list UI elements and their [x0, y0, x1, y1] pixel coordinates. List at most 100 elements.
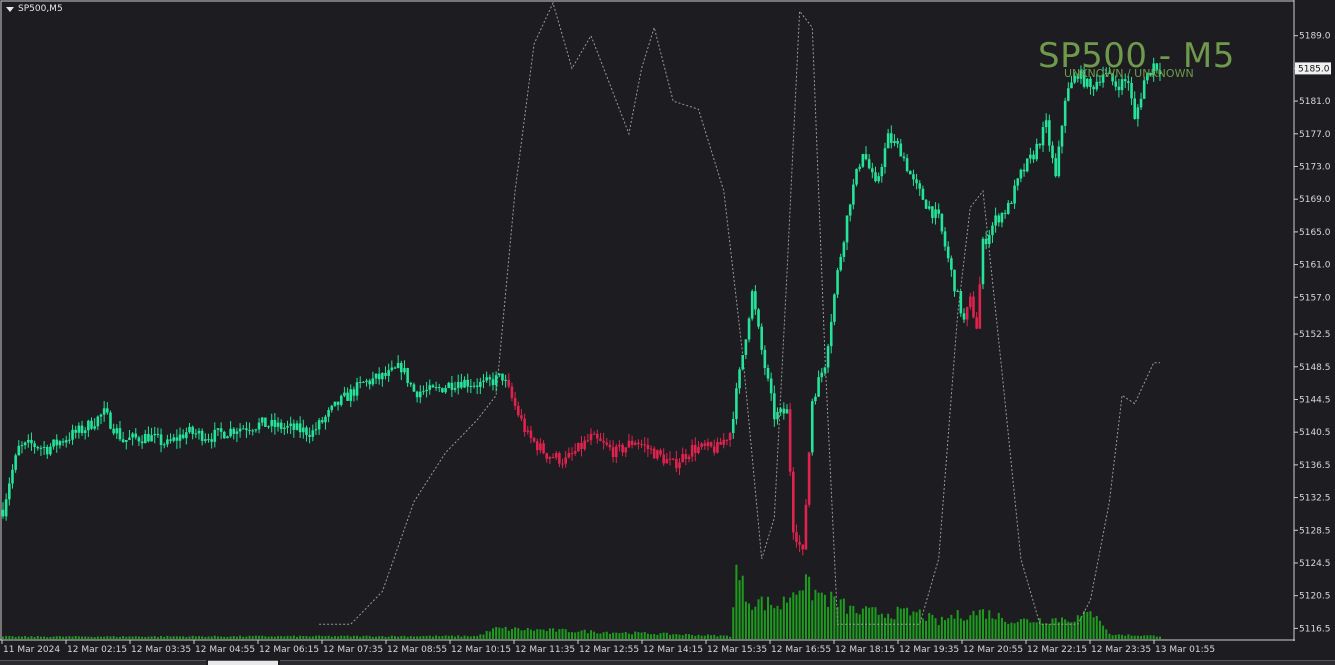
candle-body — [450, 382, 454, 390]
price-tick-label: 5177.0 — [1299, 130, 1331, 140]
volume-bar — [1076, 615, 1079, 639]
volume-bar — [172, 636, 175, 639]
candle-body — [102, 408, 106, 415]
candle-body — [760, 326, 763, 350]
dropdown-triangle-icon[interactable] — [6, 6, 14, 12]
time-tick-label: 12 Mar 18:15 — [835, 645, 895, 655]
candle-body — [725, 439, 729, 441]
volume-bar — [166, 635, 169, 639]
volume-bar — [314, 635, 317, 639]
candle-body — [773, 393, 776, 420]
candle-body — [1054, 158, 1057, 177]
volume-bar — [874, 607, 877, 639]
candle-body — [393, 367, 397, 369]
candle-body — [415, 391, 419, 398]
candle-body — [137, 437, 141, 442]
candle-body — [346, 392, 349, 401]
volume-bar — [349, 636, 352, 639]
candle-body — [731, 419, 735, 434]
candle-body — [962, 313, 966, 320]
candle-body — [665, 459, 669, 464]
volume-bar — [981, 609, 984, 639]
volume-bar — [1029, 622, 1032, 639]
candle-body — [159, 434, 163, 446]
candle-body — [153, 433, 157, 436]
candle-body — [946, 246, 950, 259]
volume-bar — [744, 601, 747, 639]
candle-body — [178, 434, 182, 441]
volume-bar — [46, 637, 49, 639]
volume-bar — [767, 596, 770, 639]
candle-body — [330, 405, 334, 411]
candle-body — [453, 387, 457, 390]
volume-bar — [662, 632, 665, 639]
bottom-tab-left[interactable] — [0, 660, 206, 665]
volume-bar — [2, 636, 4, 639]
volume-bar — [827, 606, 830, 639]
candle-body — [204, 439, 207, 441]
time-tick-label: 12 Mar 04:55 — [195, 645, 255, 655]
symbol-label[interactable]: SP500,M5 — [6, 4, 63, 14]
volume-bar — [934, 618, 937, 639]
volume-bar — [277, 635, 280, 639]
time-tick-label: 12 Mar 12:55 — [579, 645, 639, 655]
candle-body — [131, 433, 134, 438]
volume-bar — [11, 636, 14, 639]
candle-body — [1067, 88, 1070, 101]
candle-body — [614, 446, 618, 458]
bottom-tab-right[interactable] — [280, 660, 1335, 665]
time-tick-label: 12 Mar 16:55 — [771, 645, 831, 655]
volume-bar — [1013, 623, 1016, 639]
volume-bar — [991, 618, 994, 639]
volume-bar — [624, 631, 627, 639]
candle-body — [795, 532, 798, 543]
volume-bar — [286, 635, 289, 639]
candle-body — [4, 499, 8, 517]
volume-bar — [52, 636, 55, 639]
volume-bar — [30, 636, 33, 639]
volume-bar — [906, 607, 909, 639]
candle-body — [668, 458, 672, 460]
volume-bar — [691, 634, 694, 639]
volume-bar — [782, 596, 785, 639]
volume-bar — [242, 636, 245, 639]
volume-bar — [561, 628, 564, 639]
volume-bar — [542, 629, 545, 639]
candle-body — [390, 367, 394, 371]
volume-bar — [725, 635, 728, 639]
volume-bar — [280, 636, 283, 639]
volume-bar — [356, 635, 359, 639]
watermark-subtitle: UNKNOWN / UNKNOWN — [1064, 67, 1194, 80]
volume-bar — [1070, 622, 1073, 639]
volume-bar — [1023, 618, 1026, 639]
candle-body — [232, 428, 236, 434]
candle-body — [207, 439, 210, 441]
candle-body — [709, 442, 713, 447]
candle-body — [883, 148, 887, 168]
volume-bar — [248, 635, 251, 639]
price-chart[interactable]: 5189.0 5185.0 5181.0 5177.0 5173.0 5169.0 5165… — [0, 0, 1335, 664]
candle-body — [485, 377, 488, 381]
volume-bar — [1007, 623, 1010, 639]
candle-body — [381, 373, 384, 380]
candle-body — [241, 428, 245, 430]
candle-body — [912, 174, 915, 180]
candle-body — [823, 367, 827, 373]
candle-body — [861, 154, 865, 167]
volume-bar — [485, 630, 488, 639]
volume-bar — [270, 636, 273, 639]
volume-bar — [403, 635, 406, 639]
bottom-tab-active[interactable] — [208, 660, 278, 665]
volume-bar — [940, 616, 943, 639]
volume-bar — [1136, 635, 1139, 639]
volume-bar — [49, 636, 52, 639]
volume-bar — [1019, 619, 1022, 639]
candle-body — [836, 270, 839, 295]
candle-body — [535, 441, 539, 451]
candle-body — [618, 444, 621, 447]
volume-bar — [975, 615, 978, 639]
candle-body — [498, 373, 501, 376]
volume-bar — [1032, 622, 1035, 639]
volume-bar — [220, 636, 223, 639]
volume-bar — [5, 636, 8, 639]
